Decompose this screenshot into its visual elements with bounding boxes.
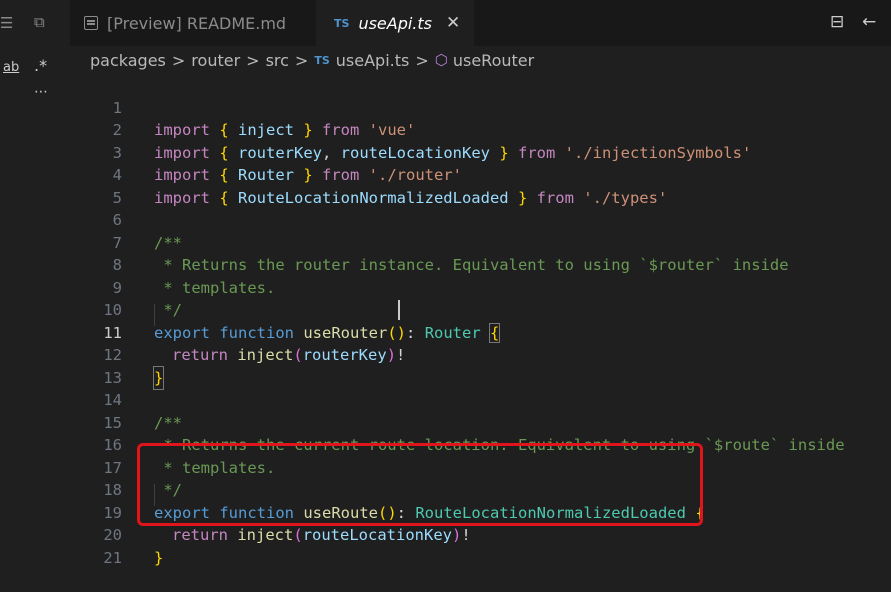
preview-icon bbox=[84, 16, 98, 30]
code-line-14: 14 /** bbox=[70, 367, 891, 432]
close-tab-icon[interactable]: ✕ bbox=[446, 13, 460, 33]
tab-label: useApi.ts bbox=[358, 13, 432, 33]
code-line-10: 10 export function useRouter(): Router { bbox=[70, 277, 891, 343]
code-line-12: 12 } bbox=[70, 322, 891, 390]
highlight-box bbox=[137, 443, 703, 526]
chevron-right-icon: > bbox=[246, 50, 260, 70]
code-line-7: 7 * Returns the router instance. Equival… bbox=[70, 209, 891, 275]
go-back-icon[interactable]: ← bbox=[862, 12, 876, 32]
tab-preview-readme[interactable]: [Preview] README.md bbox=[70, 0, 316, 46]
code-line-9: 9 */ bbox=[70, 254, 891, 320]
chevron-right-icon: > bbox=[171, 50, 186, 70]
list-tree-icon[interactable]: ☰ bbox=[0, 14, 13, 32]
typescript-file-icon: TS bbox=[314, 53, 330, 67]
breadcrumb-packages[interactable]: packages bbox=[90, 51, 166, 70]
tab-label: [Preview] README.md bbox=[107, 13, 287, 33]
code-line-13: 13 bbox=[70, 344, 891, 387]
method-symbol-icon: ⬡ bbox=[434, 51, 448, 69]
regex-icon[interactable]: .* bbox=[34, 56, 47, 75]
tab-bar: [Preview] README.md TS useApi.ts ✕ ⊟ ← bbox=[70, 0, 891, 46]
code-line-16: 16 * templates. bbox=[70, 412, 891, 477]
side-panel: ☰ ⧉ ab .* ⋯ bbox=[0, 0, 70, 560]
typescript-file-icon: TS bbox=[334, 16, 350, 30]
chevron-right-icon: > bbox=[294, 50, 309, 70]
chevron-right-icon: > bbox=[415, 50, 429, 70]
breadcrumb-router[interactable]: router bbox=[191, 51, 240, 70]
line-number: 21 bbox=[103, 548, 122, 567]
match-whole-word-icon[interactable]: ab bbox=[3, 60, 19, 75]
collapse-icon[interactable]: ⧉ bbox=[34, 13, 45, 31]
more-actions-icon[interactable]: ⋯ bbox=[34, 84, 48, 100]
breadcrumb-symbol[interactable]: useRouter bbox=[453, 51, 534, 70]
breadcrumb-src[interactable]: src bbox=[266, 51, 289, 70]
text-cursor bbox=[398, 300, 400, 320]
code-line-3: 3 import { Router } from './router' bbox=[70, 119, 891, 185]
code-line-21: 21 bbox=[70, 524, 891, 567]
code-line-1: 1 import { inject } from 'vue' bbox=[70, 74, 891, 140]
open-preview-icon[interactable]: ⊟ bbox=[830, 12, 844, 32]
code-line-11: 11 return inject(routerKey)! bbox=[70, 299, 891, 364]
code-line-8: 8 * templates. bbox=[70, 232, 891, 297]
breadcrumb-file[interactable]: useApi.ts bbox=[336, 51, 410, 70]
code-line-15: 15 * Returns the current route location.… bbox=[70, 389, 891, 455]
tab-useapi-ts[interactable]: TS useApi.ts ✕ bbox=[316, 0, 474, 46]
code-line-2: 2 import { routerKey, routeLocationKey }… bbox=[70, 97, 891, 162]
code-line-4: 4 import { RouteLocationNormalizedLoaded… bbox=[70, 142, 891, 207]
code-line-6: 6 /** bbox=[70, 187, 891, 252]
code-line-5: 5 bbox=[70, 164, 891, 207]
breadcrumb: packages > router > src > TS useApi.ts >… bbox=[70, 46, 891, 74]
